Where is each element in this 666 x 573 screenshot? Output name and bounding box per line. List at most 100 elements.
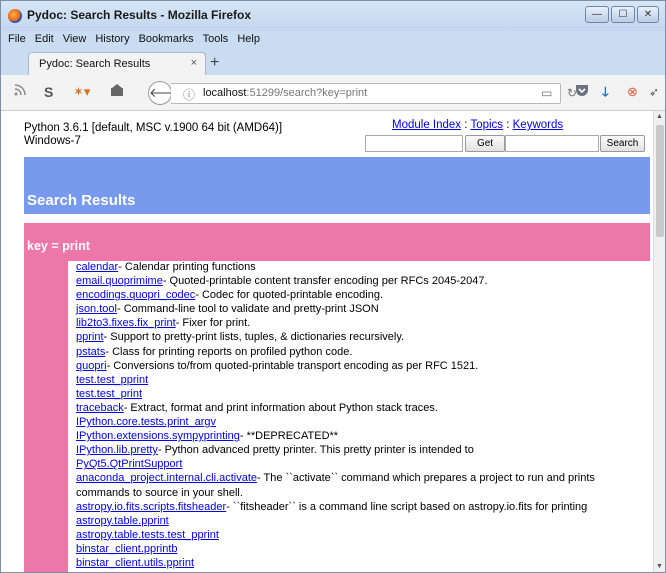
result-link[interactable]: pstats [76,346,105,358]
key-title: key = print [27,239,90,253]
sync-icon[interactable]: S [44,84,53,100]
scroll-up-icon[interactable]: ▲ [656,113,663,120]
url-bar[interactable]: ⓘ localhost:51299/search?key=print ▭ ↻ [171,83,577,104]
scroll-down-icon[interactable]: ▼ [656,563,663,570]
search-button[interactable]: Search [600,135,645,152]
result-link[interactable]: encodings.quopri_codec [76,289,195,301]
get-button[interactable]: Get [465,135,505,152]
result-link[interactable]: lib2to3.fixes.fix_print [76,317,176,329]
result-item: binstar_client.pprintb [76,542,651,556]
maximize-button[interactable]: ☐ [611,6,635,23]
result-item: binstar_client.utils.pprint [76,556,651,570]
result-link[interactable]: anaconda_project.internal.cli.activate [76,472,257,484]
new-tab-icon[interactable]: + [210,55,219,71]
key-header: key = print [24,223,650,261]
result-link[interactable]: astropy.table.tests.test_pprint [76,529,219,541]
scrollbar-thumb[interactable] [656,125,664,237]
extension-icon[interactable]: ✶▾ [73,84,90,100]
result-link[interactable]: IPython.core.tests.print_argv [76,416,216,428]
result-item: encodings.quopri_codec- Codec for quoted… [76,288,651,302]
get-input[interactable] [365,135,463,152]
rss-icon[interactable] [14,84,26,100]
result-item: IPython.extensions.sympyprinting- **DEPR… [76,429,651,443]
search-results-header: Search Results [24,157,650,214]
result-description: - Conversions to/from quoted-printable t… [106,359,479,372]
download-icon[interactable]: 🡓 [602,84,609,100]
result-item: email.quoprimime- Quoted-printable conte… [76,274,651,288]
result-item: json.tool- Command-line tool to validate… [76,302,651,316]
tab-pydoc-search-results[interactable]: Pydoc: Search Results × [28,52,206,75]
result-item: calendar- Calendar printing functions [76,260,651,274]
result-item: traceback- Extract, format and print inf… [76,401,651,415]
result-description: - Python advanced pretty printer. This p… [157,444,474,457]
result-description: - Fixer for print. [175,317,251,330]
menu-file[interactable]: File [8,31,26,49]
search-input[interactable] [505,135,599,152]
pocket-icon[interactable] [575,84,589,101]
vertical-scrollbar[interactable]: ▲ ▼ [653,111,665,572]
result-link[interactable]: IPython.extensions.sympyprinting [76,430,240,442]
tab-close-icon[interactable]: × [191,57,197,69]
key-section-strip [24,261,68,572]
result-description: - Command-line tool to validate and pret… [116,303,379,316]
tab-strip: Pydoc: Search Results × + [1,49,665,75]
block-icon[interactable]: ⊗ [627,84,638,100]
tab-label: Pydoc: Search Results [39,58,151,70]
results-list: calendar- Calendar printing functions ema… [76,260,651,570]
search-results-title: Search Results [27,192,136,209]
url-path: :51299/search?key=print [246,87,368,99]
firefox-logo-icon [8,9,22,23]
result-link[interactable]: traceback [76,402,124,414]
back-arrow-icon[interactable]: 🡐 [148,81,184,105]
minimize-button[interactable]: — [585,6,609,23]
result-link[interactable]: IPython.lib.pretty [76,444,158,456]
result-link[interactable]: binstar_client.utils.pprint [76,557,194,569]
result-link[interactable]: PyQt5.QtPrintSupport [76,458,182,470]
result-link[interactable]: binstar_client.pprintb [76,543,178,555]
python-version-line: Python 3.6.1 [default, MSC v.1900 64 bit… [24,122,283,134]
menu-view[interactable]: View [63,31,87,49]
reader-view-icon[interactable]: ▭ [541,86,552,100]
result-item: astropy.io.fits.scripts.fitsheader- ``fi… [76,500,651,514]
top-links: Module Index : Topics : Keywords [392,119,563,131]
result-link[interactable]: test.test_print [76,388,142,400]
window-controls: — ☐ ✕ [585,6,659,23]
result-link[interactable]: pprint [76,331,104,343]
result-link[interactable]: quopri [76,360,107,372]
result-description: - **DEPRECATED** [239,430,339,443]
keywords-link[interactable]: Keywords [513,119,564,131]
result-link[interactable]: email.quoprimime [76,275,163,287]
link-separator: : [503,119,513,131]
window-title: Pydoc: Search Results - Mozilla Firefox [27,8,252,22]
firefox-window: Pydoc: Search Results - Mozilla Firefox … [0,0,666,573]
page-content: Python 3.6.1 [default, MSC v.1900 64 bit… [19,111,653,572]
result-description: - Quoted-printable content transfer enco… [162,275,488,288]
module-index-link[interactable]: Module Index [392,119,461,131]
result-link[interactable]: astropy.io.fits.scripts.fitsheader [76,501,226,513]
menu-tools[interactable]: Tools [203,31,229,49]
close-button[interactable]: ✕ [637,6,659,23]
url-host: localhost [203,87,247,99]
result-item: IPython.core.tests.print_argv [76,415,651,429]
result-link[interactable]: astropy.table.pprint [76,515,169,527]
url-text[interactable]: localhost:51299/search?key=print [203,87,367,99]
python-version: Python 3.6.1 [default, MSC v.1900 64 bit… [24,122,282,148]
menu-edit[interactable]: Edit [35,31,54,49]
menu-history[interactable]: History [95,31,129,49]
send-icon[interactable]: ➶ [649,84,659,100]
result-item: anaconda_project.internal.cli.activate- … [76,471,651,499]
result-description: - Extract, format and print information … [123,401,438,414]
title-bar: Pydoc: Search Results - Mozilla Firefox … [1,1,665,31]
menu-help[interactable]: Help [237,31,260,49]
result-item: astropy.table.tests.test_pprint [76,528,651,542]
result-link[interactable]: calendar [76,261,118,273]
result-description: - Support to pretty-print lists, tuples,… [103,331,405,344]
info-icon[interactable]: ⓘ [183,86,195,103]
result-link[interactable]: json.tool [76,303,117,315]
topics-link[interactable]: Topics [470,119,503,131]
result-link[interactable]: test.test_pprint [76,374,148,386]
menu-bookmarks[interactable]: Bookmarks [139,31,194,49]
result-description: - Codec for quoted-printable encoding. [195,289,383,302]
result-item: pprint- Support to pretty-print lists, t… [76,330,651,344]
library-icon[interactable] [110,84,124,101]
